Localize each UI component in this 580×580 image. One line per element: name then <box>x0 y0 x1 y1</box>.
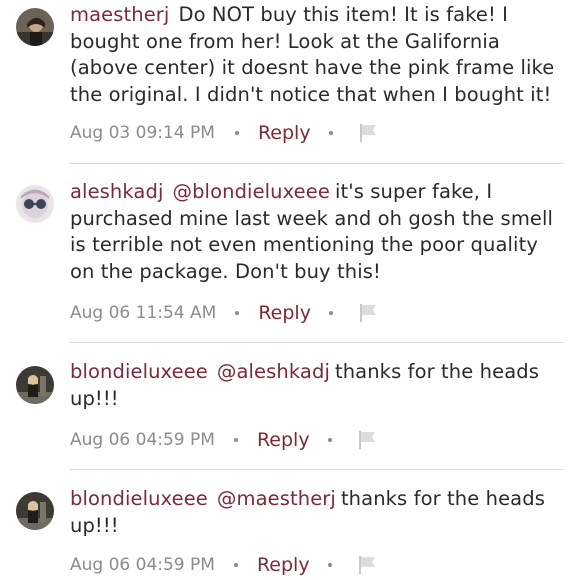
user-avatar-icon <box>16 185 54 223</box>
reply-button[interactable]: Reply <box>258 122 311 144</box>
comment-mention[interactable]: @maestherj <box>217 487 336 510</box>
comment-timestamp: Aug 03 09:14 PM <box>70 123 215 143</box>
user-avatar-icon <box>16 8 54 46</box>
separator-dot <box>327 563 332 567</box>
comment-username[interactable]: maestherj <box>70 3 169 26</box>
separator-dot <box>234 131 239 135</box>
separator-dot <box>235 311 240 315</box>
comment-username[interactable]: blondieluxeee <box>70 487 208 510</box>
user-avatar-icon <box>16 492 54 530</box>
comment-body: blondieluxeee @maestherj thanks for the he… <box>70 486 566 539</box>
comment-body: aleshkadj @blondieluxeee it's super fake, … <box>70 179 566 285</box>
comment-timestamp: Aug 06 11:54 AM <box>70 303 217 323</box>
comment-username[interactable]: blondieluxeee <box>70 360 208 383</box>
reply-button[interactable]: Reply <box>257 429 310 451</box>
comment-mention[interactable]: @blondieluxeee <box>172 180 330 203</box>
comment-list: maestherj Do NOT buy this item! It is fak… <box>0 0 580 580</box>
separator-dot <box>233 438 238 442</box>
user-avatar-icon <box>16 366 54 404</box>
flag-icon[interactable] <box>358 123 380 143</box>
reply-button[interactable]: Reply <box>257 554 310 576</box>
comment-mention[interactable]: @aleshkadj <box>217 360 330 383</box>
flag-icon[interactable] <box>357 555 379 575</box>
flag-icon[interactable] <box>357 430 379 450</box>
comment-timestamp: Aug 06 04:59 PM <box>70 430 215 450</box>
avatar[interactable] <box>16 185 54 223</box>
divider <box>70 342 564 343</box>
reply-button[interactable]: Reply <box>258 302 311 324</box>
comment-meta: Aug 03 09:14 PM Reply <box>70 120 380 146</box>
avatar[interactable] <box>16 492 54 530</box>
separator-dot <box>328 131 333 135</box>
avatar[interactable] <box>16 8 54 46</box>
separator-dot <box>327 438 332 442</box>
separator-dot <box>328 311 333 315</box>
divider <box>70 163 564 164</box>
comment-meta: Aug 06 04:59 PM Reply <box>70 552 379 578</box>
divider <box>70 469 564 470</box>
comment-meta: Aug 06 04:59 PM Reply <box>70 427 379 453</box>
flag-icon[interactable] <box>358 303 380 323</box>
comment-meta: Aug 06 11:54 AM Reply <box>70 300 380 326</box>
comment-body: maestherj Do NOT buy this item! It is fak… <box>70 2 566 108</box>
separator-dot <box>233 563 238 567</box>
avatar[interactable] <box>16 366 54 404</box>
comment-username[interactable]: aleshkadj <box>70 180 163 203</box>
comment-body: blondieluxeee @aleshkadj thanks for the he… <box>70 359 566 412</box>
comment-timestamp: Aug 06 04:59 PM <box>70 555 215 575</box>
